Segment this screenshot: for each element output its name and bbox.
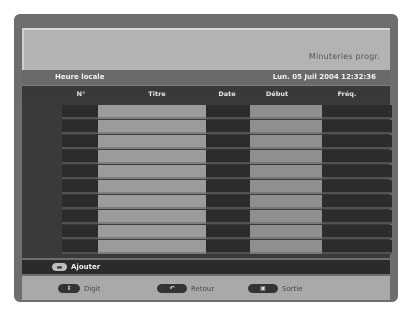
local-time-label: Heure locale: [55, 73, 105, 81]
table-cell: [206, 120, 250, 134]
table-cell: [206, 105, 250, 119]
table-cell: [206, 165, 250, 179]
table-cell: [98, 105, 206, 119]
table-cell: [250, 210, 322, 224]
table-cell: [250, 240, 322, 254]
table-cell: [206, 180, 250, 194]
table-cell: [250, 195, 322, 209]
table-cell: [62, 150, 98, 164]
table-cell: [250, 150, 322, 164]
info-bar: Heure locale Lun. 05 Juil 2004 12:32:36: [22, 70, 390, 86]
table-cell: [322, 120, 392, 134]
col-header-frequency: Fréq.: [337, 90, 357, 98]
table-cell: [322, 105, 392, 119]
table-cell: [250, 180, 322, 194]
table-cell: [322, 225, 392, 239]
col-header-start: Début: [265, 90, 289, 98]
table-cell: [62, 240, 98, 254]
table-cell: [206, 135, 250, 149]
timer-screen: Minuteries progr. Heure locale Lun. 05 J…: [14, 14, 398, 302]
table-row[interactable]: [62, 150, 392, 164]
table-row[interactable]: [62, 180, 392, 194]
table-cell: [98, 240, 206, 254]
table-cell: [98, 165, 206, 179]
table-header: N° Titre Date Début Fréq.: [22, 86, 390, 102]
table-cell: [62, 210, 98, 224]
col-header-date: Date: [218, 90, 236, 98]
table-cell: [206, 150, 250, 164]
table-row[interactable]: [62, 165, 392, 179]
footer-digit-label: Digit: [84, 285, 101, 293]
action-bar: ▬ Ajouter: [22, 260, 390, 274]
table-cell: [250, 165, 322, 179]
table-body: [62, 105, 392, 257]
table-cell: [98, 120, 206, 134]
table-row[interactable]: [62, 135, 392, 149]
table-cell: [322, 240, 392, 254]
digit-key-icon: ⇕: [58, 284, 80, 293]
timer-table: N° Titre Date Début Fréq.: [22, 86, 392, 258]
table-cell: [206, 210, 250, 224]
title-bar: Minuteries progr.: [22, 28, 390, 70]
table-cell: [62, 195, 98, 209]
screen-title: Minuteries progr.: [308, 52, 380, 61]
table-cell: [250, 135, 322, 149]
table-cell: [98, 195, 206, 209]
table-cell: [250, 225, 322, 239]
table-cell: [98, 150, 206, 164]
table-cell: [322, 180, 392, 194]
table-row[interactable]: [62, 210, 392, 224]
col-header-number: N°: [76, 90, 86, 98]
add-timer-label[interactable]: Ajouter: [71, 263, 100, 271]
footer-hints: ⇕ Digit ↶ Retour ▣ Sortie: [22, 276, 390, 300]
colored-key-icon: ▬: [52, 263, 67, 271]
table-cell: [98, 225, 206, 239]
return-icon: ↶: [157, 284, 187, 293]
table-cell: [322, 210, 392, 224]
table-cell: [62, 180, 98, 194]
table-cell: [98, 210, 206, 224]
current-datetime: Lun. 05 Juil 2004 12:32:36: [272, 73, 376, 81]
footer-return-label: Retour: [191, 285, 215, 293]
table-row[interactable]: [62, 195, 392, 209]
table-row[interactable]: [62, 240, 392, 254]
table-cell: [62, 165, 98, 179]
table-cell: [98, 180, 206, 194]
exit-key-icon: ▣: [248, 284, 278, 293]
col-header-title: Titre: [148, 90, 166, 98]
table-cell: [250, 105, 322, 119]
table-row[interactable]: [62, 225, 392, 239]
table-cell: [322, 150, 392, 164]
table-cell: [206, 195, 250, 209]
table-cell: [62, 225, 98, 239]
table-cell: [98, 135, 206, 149]
table-cell: [206, 240, 250, 254]
table-cell: [322, 195, 392, 209]
table-cell: [62, 105, 98, 119]
table-row[interactable]: [62, 105, 392, 119]
table-cell: [206, 225, 250, 239]
table-row[interactable]: [62, 120, 392, 134]
table-cell: [322, 165, 392, 179]
footer-exit-label: Sortie: [282, 285, 303, 293]
table-cell: [250, 120, 322, 134]
table-cell: [62, 135, 98, 149]
table-cell: [322, 135, 392, 149]
table-cell: [62, 120, 98, 134]
